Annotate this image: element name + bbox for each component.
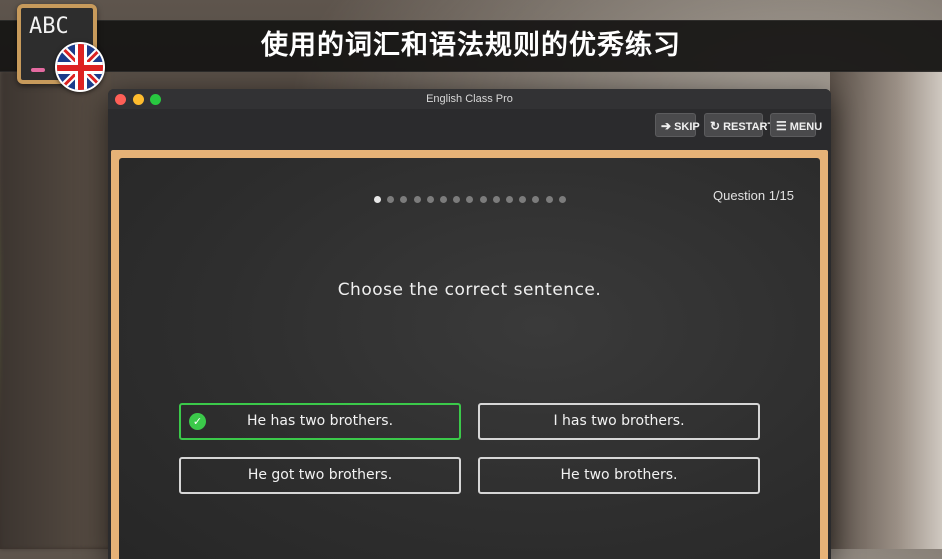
app-window: English Class Pro ➔ SKIP ↻ RESTART ☰ MENU Q…	[108, 89, 831, 559]
banner-title: 使用的词汇和语法规则的优秀练习	[261, 30, 681, 61]
progress-dot	[532, 196, 540, 203]
menu-label: MENU	[789, 121, 823, 133]
restart-button[interactable]: ↻ RESTART	[704, 113, 774, 137]
arrow-right-icon: ➔	[661, 119, 672, 133]
restart-label: RESTART	[723, 121, 775, 133]
restart-icon: ↻	[710, 119, 721, 133]
progress-dot	[440, 196, 447, 203]
progress-dot	[558, 196, 566, 203]
background-left	[0, 70, 110, 549]
progress-dot	[453, 196, 461, 203]
progress-dot	[413, 196, 421, 203]
toolbar: ➔ SKIP ↻ RESTART ☰ MENU	[108, 109, 831, 149]
answer-option-3-label: He got two brothers.	[247, 467, 393, 483]
progress-dot	[506, 196, 513, 203]
skip-button[interactable]: ➔ SKIP	[655, 113, 700, 137]
uk-flag-icon	[55, 42, 105, 92]
answer-option-4[interactable]: He two brothers.	[478, 457, 760, 494]
promo-banner: 使用的词汇和语法规则的优秀练习	[0, 20, 942, 72]
answer-option-3[interactable]: He got two brothers.	[179, 457, 461, 494]
progress-dot	[374, 196, 381, 203]
question-counter: Question 1/15	[713, 188, 794, 203]
chalkboard-frame: Question 1/15 Choose the correct sentenc…	[111, 150, 828, 559]
progress-dot	[479, 196, 487, 203]
progress-dot	[466, 196, 474, 203]
progress-dot	[492, 196, 500, 203]
answer-option-2[interactable]: I has two brothers.	[478, 403, 760, 440]
answer-option-2-label: I has two brothers.	[553, 413, 685, 429]
progress-dot	[519, 196, 527, 203]
app-logo-text: ABC	[29, 14, 69, 39]
chalkboard: Question 1/15 Choose the correct sentenc…	[119, 158, 820, 559]
chalk-icon	[31, 68, 45, 72]
question-prompt: Choose the correct sentence.	[337, 280, 602, 300]
title-bar: English Class Pro	[108, 89, 831, 109]
progress-dot	[400, 196, 408, 203]
progress-dot	[545, 196, 553, 203]
menu-icon: ☰	[776, 119, 787, 133]
menu-button[interactable]: ☰ MENU	[770, 113, 822, 137]
progress-dot	[426, 196, 434, 203]
answer-option-4-label: He two brothers.	[560, 467, 678, 483]
answer-option-1[interactable]: ✓ He has two brothers.	[179, 403, 461, 440]
checkmark-icon: ✓	[189, 413, 206, 430]
window-title: English Class Pro	[426, 93, 513, 105]
background-right	[830, 70, 942, 549]
progress-dot	[387, 196, 395, 203]
skip-label: SKIP	[674, 121, 700, 133]
answer-option-1-label: He has two brothers.	[246, 413, 394, 429]
